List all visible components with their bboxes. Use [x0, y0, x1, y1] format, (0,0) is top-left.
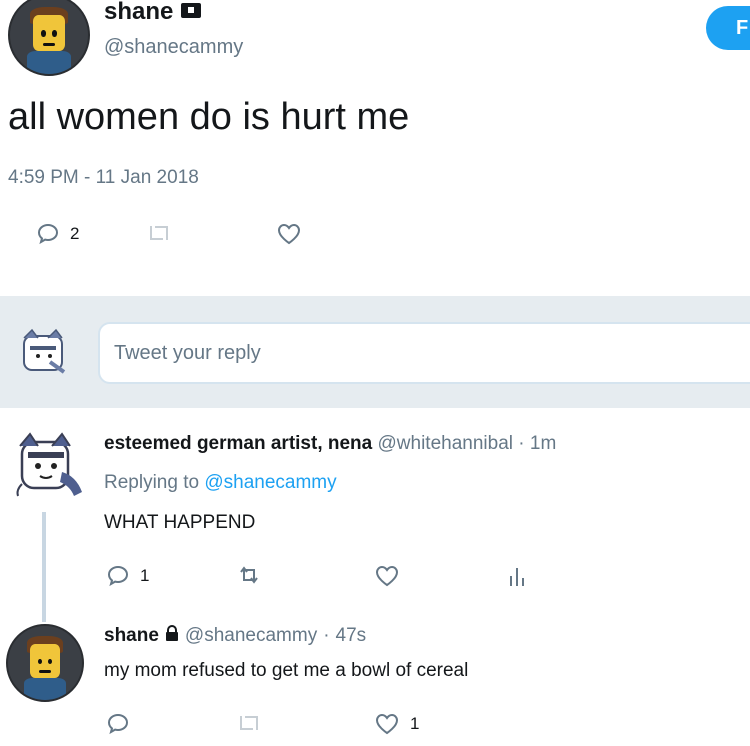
reply-1-display-name[interactable]: esteemed german artist, nena	[104, 433, 372, 454]
reply-1-reply-count: 1	[140, 566, 150, 585]
reply-1-handle[interactable]: @whitehannibal	[378, 433, 514, 454]
retweet-icon	[236, 564, 262, 586]
reply-icon	[106, 564, 130, 588]
heart-icon	[374, 712, 400, 736]
main-tweet-avatar[interactable]	[8, 0, 90, 76]
reply-input[interactable]: Tweet your reply	[98, 322, 750, 384]
main-like-button[interactable]	[276, 222, 302, 246]
heart-icon	[276, 222, 302, 246]
reply-2-display-name[interactable]: shane	[104, 625, 159, 647]
reply-1-analytics-button[interactable]	[508, 564, 528, 588]
reply-input-placeholder: Tweet your reply	[114, 341, 261, 364]
reply-2-reply-button[interactable]	[106, 712, 130, 736]
replying-to-label: Replying to	[104, 472, 200, 493]
main-reply-count: 2	[70, 224, 80, 243]
reply-1-reply-button[interactable]: 1	[106, 564, 149, 588]
main-tweet-handle[interactable]: @shanecammy	[104, 36, 243, 59]
reply-1-retweet-button[interactable]	[236, 564, 262, 586]
main-retweet-button[interactable]	[146, 222, 172, 244]
replying-to-link[interactable]: @shanecammy	[204, 472, 336, 493]
reply-2-like-button[interactable]: 1	[374, 712, 419, 736]
heart-icon	[374, 564, 400, 588]
follow-button-label: F	[736, 16, 749, 39]
reply-2-avatar[interactable]	[6, 624, 84, 702]
lock-icon	[165, 625, 179, 647]
reply-1-text: WHAT HAPPEND	[104, 512, 256, 533]
reply-2-retweet-button[interactable]	[236, 712, 262, 734]
reply-2-handle[interactable]: @shanecammy	[185, 625, 317, 647]
reply-2-like-count: 1	[410, 714, 420, 733]
main-tweet-text: all women do is hurt me	[8, 96, 410, 138]
reply-1-avatar[interactable]	[10, 428, 84, 500]
retweet-icon	[236, 712, 262, 734]
thread-line	[42, 512, 46, 622]
reply-1-separator: ·	[518, 433, 525, 454]
retweet-icon	[146, 222, 172, 244]
main-tweet-display-name[interactable]: shane	[104, 0, 173, 26]
composer-avatar	[20, 326, 68, 376]
reply-icon	[36, 222, 60, 246]
main-tweet-timestamp[interactable]: 4:59 PM - 11 Jan 2018	[8, 167, 199, 189]
reply-icon	[106, 712, 130, 736]
reply-2-time[interactable]: 47s	[336, 625, 367, 647]
lock-icon	[181, 1, 202, 24]
reply-2-separator: ·	[323, 625, 330, 646]
follow-button[interactable]: F	[706, 6, 750, 50]
reply-1-time[interactable]: 1m	[530, 433, 556, 454]
reply-2-text: my mom refused to get me a bowl of cerea…	[104, 660, 469, 681]
main-reply-button[interactable]: 2	[36, 222, 79, 246]
reply-1-like-button[interactable]	[374, 564, 400, 588]
analytics-icon	[508, 564, 528, 588]
